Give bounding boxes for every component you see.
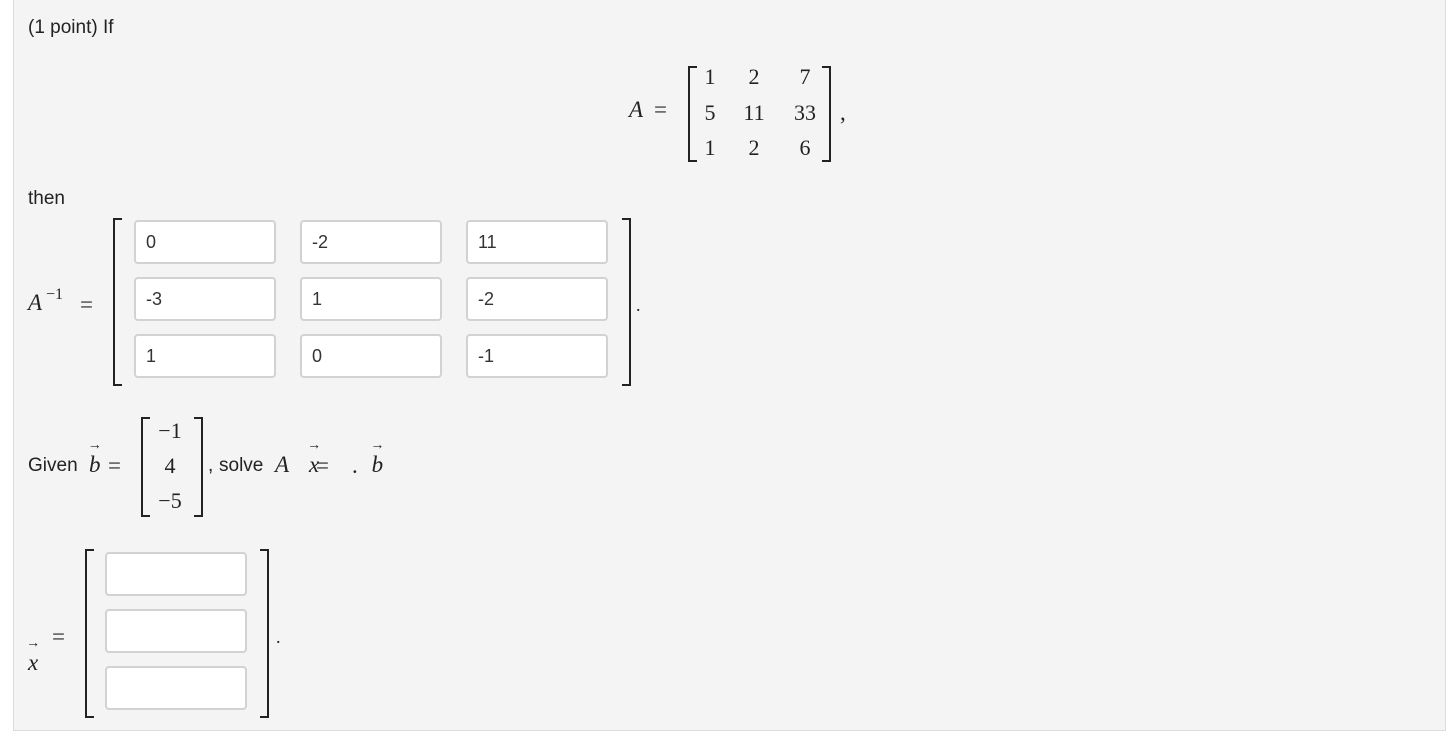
inverse-entry-input[interactable] bbox=[134, 334, 276, 378]
inverse-entry-input[interactable] bbox=[466, 334, 608, 378]
given-comma: , bbox=[208, 455, 214, 476]
inverse-equals: = bbox=[80, 292, 93, 317]
matrix-a-cell: 2 bbox=[748, 64, 760, 89]
b-vector-cell: −1 bbox=[158, 418, 182, 443]
matrix-a-cell: 5 bbox=[704, 100, 716, 125]
solution-entry-input[interactable] bbox=[105, 666, 247, 710]
matrix-a-cell: 6 bbox=[799, 135, 811, 160]
matrix-a-cell: 1 bbox=[704, 64, 716, 89]
equation-a-symbol: A bbox=[275, 452, 290, 477]
inverse-entry-input[interactable] bbox=[134, 220, 276, 264]
x-equals: = bbox=[52, 624, 65, 649]
x-left-bracket bbox=[85, 549, 94, 718]
equation-b-symbol: b bbox=[372, 452, 384, 478]
inverse-entry-input[interactable] bbox=[300, 220, 442, 264]
b-equals: = bbox=[108, 453, 121, 478]
problem-intro: (1 point) If bbox=[28, 17, 114, 38]
b-right-bracket bbox=[194, 417, 203, 517]
x-right-bracket bbox=[260, 549, 269, 718]
matrix-a-cell: 2 bbox=[748, 135, 760, 160]
inverse-right-bracket bbox=[622, 218, 631, 386]
x-period: . bbox=[276, 627, 281, 647]
matrix-a-comma: , bbox=[840, 100, 846, 125]
matrix-a-cell: 11 bbox=[743, 100, 765, 125]
inverse-superscript: −1 bbox=[46, 286, 64, 303]
matrix-a-cell: 1 bbox=[704, 135, 716, 160]
inverse-symbol: A bbox=[28, 290, 43, 315]
inverse-entry-input[interactable] bbox=[466, 277, 608, 321]
equation-equals: = bbox=[316, 453, 329, 478]
inverse-entry-input[interactable] bbox=[300, 277, 442, 321]
given-label: Given bbox=[28, 455, 78, 476]
b-vector-cell: 4 bbox=[164, 453, 176, 478]
b-left-bracket bbox=[141, 417, 150, 517]
inverse-left-bracket bbox=[113, 218, 122, 386]
matrix-a-cell: 7 bbox=[799, 64, 811, 89]
inverse-period: . bbox=[636, 295, 641, 315]
matrix-a-equals: = bbox=[654, 97, 667, 122]
x-vector-symbol: x bbox=[28, 650, 38, 676]
then-label: then bbox=[28, 188, 65, 209]
b-vector-symbol: b bbox=[89, 452, 101, 478]
matrix-a-symbol: A bbox=[629, 97, 644, 122]
equation-period: . bbox=[352, 453, 358, 478]
b-vector-cell: −5 bbox=[158, 488, 182, 513]
inverse-entry-input[interactable] bbox=[466, 220, 608, 264]
solution-entry-input[interactable] bbox=[105, 609, 247, 653]
solve-label: solve bbox=[219, 455, 264, 476]
matrix-a-cell: 33 bbox=[794, 100, 816, 125]
solution-entry-input[interactable] bbox=[105, 552, 247, 596]
inverse-entry-input[interactable] bbox=[300, 334, 442, 378]
inverse-entry-input[interactable] bbox=[134, 277, 276, 321]
